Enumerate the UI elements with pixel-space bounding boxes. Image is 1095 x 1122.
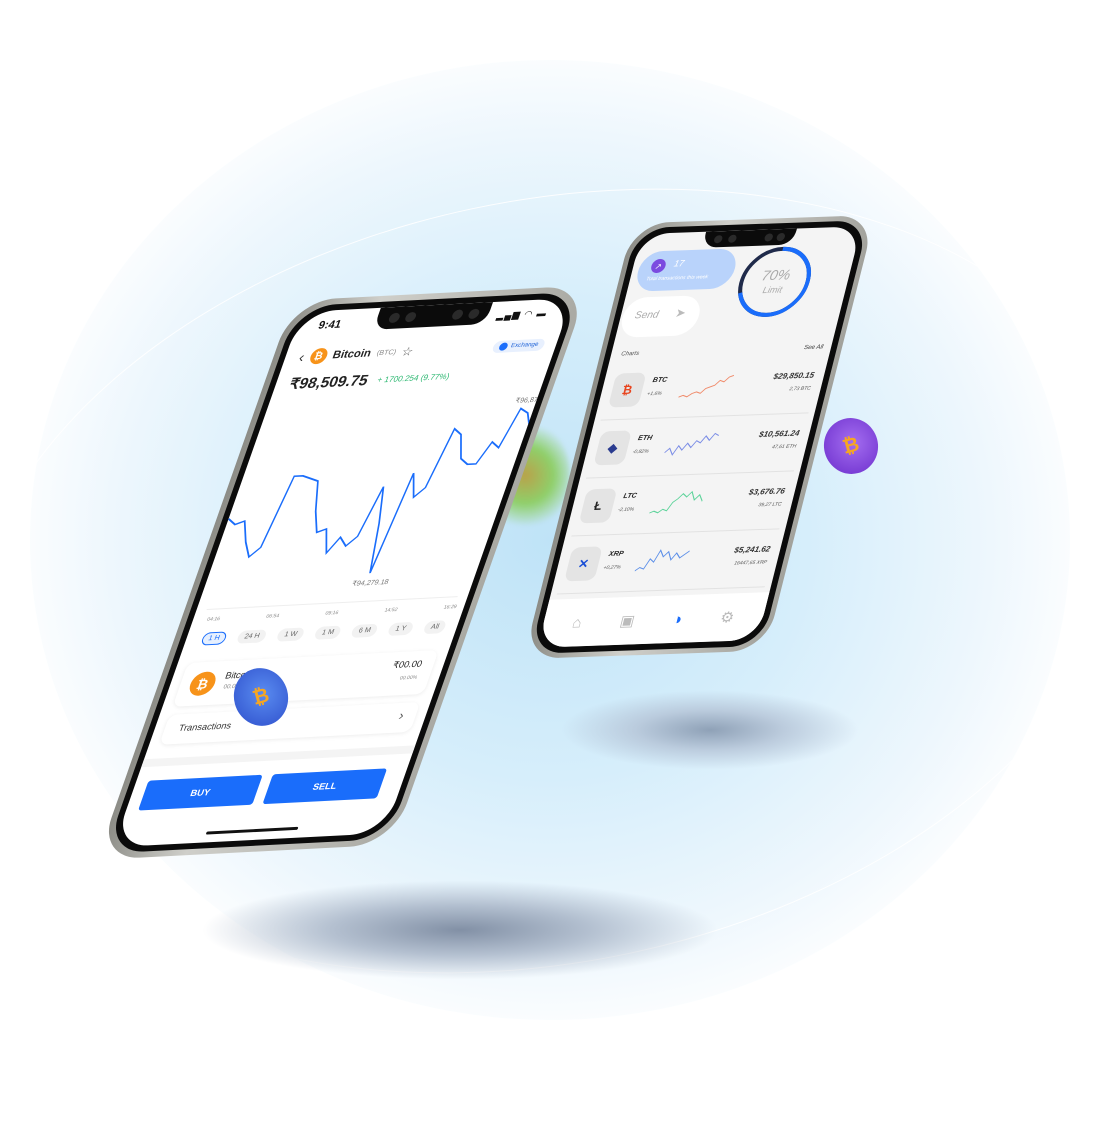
- charts-heading: Charts: [620, 350, 640, 358]
- timeframe-all[interactable]: All: [422, 620, 448, 635]
- x-tick-label: 09:16: [324, 610, 340, 617]
- arrow-up-right-icon: ↗: [649, 258, 668, 274]
- sparkline-path: [649, 490, 703, 514]
- chevron-right-icon: ›: [396, 707, 407, 723]
- price-change: + 1700.254 (9.77%): [375, 371, 451, 385]
- bitcoin-icon: ₿: [307, 347, 330, 365]
- timeframe-6m[interactable]: 6 M: [350, 623, 379, 638]
- asset-change: -0,82%: [631, 448, 650, 456]
- asset-price: $3,676.76: [747, 486, 787, 497]
- low-label: ₹94,279.18: [351, 577, 390, 588]
- asset-symbol: BTC: [651, 376, 669, 385]
- sparkline: [649, 490, 703, 514]
- asset-row-ltc[interactable]: Ł LTC -2,10% $3,676.76 39,27 LTC: [571, 472, 794, 537]
- timeframe-1m[interactable]: 1 M: [313, 625, 343, 640]
- holding-percent: 00.00%: [398, 674, 419, 682]
- asset-row-btc[interactable]: ₿ BTC +1,6% $29,850.15 2,73 BTC: [600, 356, 823, 421]
- ltc-icon: Ł: [578, 488, 618, 524]
- phone-shadow: [560, 690, 860, 770]
- status-icons: ▂▄▆ ◠ ▬: [495, 308, 550, 321]
- asset-symbol: XRP: [607, 550, 625, 559]
- exchange-label: Exchange: [509, 341, 540, 350]
- sparkline-path: [634, 549, 690, 572]
- timeframe-1h[interactable]: 1 H: [200, 631, 228, 646]
- holding-card[interactable]: ₿ Bitcoin 00.00 BTC ₹00.00 00.00%: [172, 650, 439, 707]
- exchange-icon: [498, 342, 510, 351]
- eth-icon: ◆: [593, 430, 633, 466]
- x-tick-label: 04:16: [206, 616, 221, 623]
- send-button[interactable]: Send ➤: [617, 295, 705, 338]
- asset-amount: 39,27 LTC: [757, 501, 783, 509]
- sparkline: [664, 432, 720, 456]
- timeframe-selector: 1 H 24 H 1 W 1 M 6 M 1 Y All: [200, 620, 448, 646]
- weekly-transactions-card[interactable]: ↗ 17 Total transactions this week: [632, 248, 740, 292]
- x-tick-label: 16:29: [442, 603, 458, 611]
- limit-percent: 70%: [760, 266, 793, 284]
- asset-symbol: LTC: [622, 492, 638, 501]
- asset-row-xrp[interactable]: ✕ XRP +0,27% $5,241.62 16447,65 XRP: [556, 530, 779, 595]
- timeframe-1w[interactable]: 1 W: [275, 627, 306, 642]
- sparkline: [634, 549, 690, 572]
- back-icon[interactable]: ‹: [297, 349, 307, 365]
- divider: [141, 745, 416, 768]
- xrp-icon: ✕: [564, 546, 603, 582]
- wallet-icon[interactable]: ▣: [618, 612, 637, 630]
- sparkline-path: [678, 374, 735, 398]
- asset-change: -2,10%: [617, 506, 635, 514]
- coin-header: ‹ ₿ Bitcoin (BTC) ☆ Exchange: [296, 335, 548, 368]
- asset-change: +0,27%: [602, 564, 622, 572]
- limit-gauge: 70% Limit: [728, 244, 821, 321]
- asset-price: $29,850.15: [772, 370, 816, 381]
- sell-button[interactable]: SELL: [262, 768, 388, 805]
- transactions-label: Transactions: [177, 720, 233, 734]
- bottom-nav: ⌂ ▣ ◑ ⚙: [537, 592, 770, 648]
- asset-amount: 47,61 ETH: [771, 443, 797, 451]
- buy-button[interactable]: BUY: [138, 774, 263, 811]
- transactions-row[interactable]: Transactions ›: [159, 701, 421, 745]
- timeframe-1y[interactable]: 1 Y: [387, 621, 415, 636]
- sparkline: [678, 374, 735, 398]
- transactions-count: 17: [672, 258, 686, 269]
- asset-price: $10,561.24: [757, 428, 801, 439]
- see-all-link[interactable]: See All: [803, 345, 823, 352]
- btc-icon: ₿: [607, 372, 647, 408]
- status-time: 9:41: [316, 318, 344, 332]
- coin-name: Bitcoin: [330, 347, 373, 362]
- home-indicator: [205, 826, 299, 835]
- exchange-button[interactable]: Exchange: [491, 338, 547, 354]
- timeframe-24h[interactable]: 24 H: [236, 629, 268, 644]
- favorite-star-icon[interactable]: ☆: [400, 344, 416, 359]
- send-label: Send: [633, 309, 660, 322]
- sparkline-path: [664, 432, 720, 456]
- coin-symbol: (BTC): [375, 348, 398, 357]
- x-tick-label: 14:52: [383, 606, 399, 614]
- x-tick-label: 06:54: [265, 613, 281, 620]
- transactions-caption: Total transactions this week: [645, 274, 709, 283]
- phone-shadow: [200, 880, 720, 980]
- asset-row-eth[interactable]: ◆ ETH -0,82% $10,561.24 47,61 ETH: [585, 414, 809, 479]
- bitcoin-icon: ₿: [186, 671, 220, 697]
- asset-amount: 2,73 BTC: [788, 385, 812, 393]
- holding-value: ₹00.00: [391, 658, 424, 671]
- asset-change: +1,6%: [646, 390, 663, 398]
- asset-price: $5,241.62: [733, 544, 772, 555]
- send-icon: ➤: [673, 305, 688, 320]
- asset-symbol: ETH: [637, 434, 654, 443]
- settings-icon[interactable]: ⚙: [718, 608, 736, 626]
- asset-amount: 16447,65 XRP: [733, 559, 768, 567]
- home-icon[interactable]: ⌂: [571, 614, 584, 631]
- current-price: ₹98,509.75: [286, 372, 371, 394]
- portfolio-icon[interactable]: ◑: [671, 610, 684, 627]
